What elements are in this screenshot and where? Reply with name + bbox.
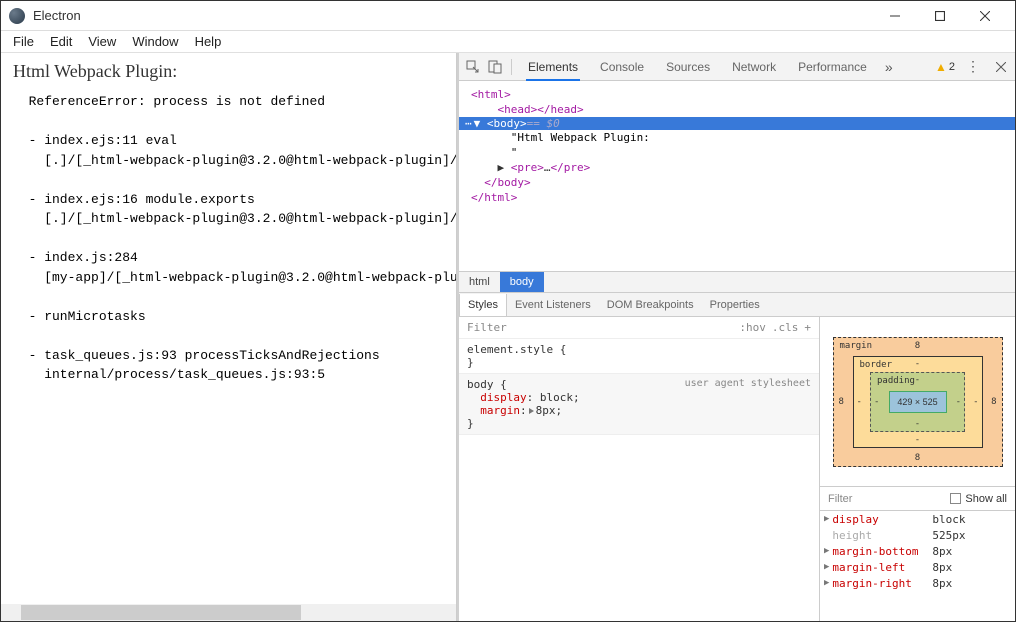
hov-toggle[interactable]: :hov <box>739 321 766 334</box>
minimize-button[interactable] <box>872 1 917 31</box>
computed-row[interactable]: ▶height525px <box>820 527 1015 543</box>
tab-styles[interactable]: Styles <box>459 294 507 316</box>
crumb-html[interactable]: html <box>459 272 500 292</box>
menu-view[interactable]: View <box>80 32 124 51</box>
styles-tabbar: Styles Event Listeners DOM Breakpoints P… <box>459 293 1015 317</box>
page-content: Html Webpack Plugin: ReferenceError: pro… <box>1 53 457 621</box>
dom-selected-body[interactable]: ⋯▼ <body> == $0 <box>459 117 1015 130</box>
show-all-checkbox[interactable]: Show all <box>950 493 1007 505</box>
more-tabs-icon[interactable]: » <box>879 57 899 77</box>
tab-performance[interactable]: Performance <box>788 54 877 80</box>
tab-event-listeners[interactable]: Event Listeners <box>507 294 599 316</box>
computed-row[interactable]: ▶displayblock <box>820 511 1015 527</box>
window-title: Electron <box>33 8 81 23</box>
horizontal-scrollbar[interactable] <box>1 604 456 621</box>
page-title: Html Webpack Plugin: <box>13 61 444 82</box>
warning-count: 2 <box>949 61 955 73</box>
inspect-icon[interactable] <box>463 57 483 77</box>
crumb-body[interactable]: body <box>500 272 544 292</box>
menu-edit[interactable]: Edit <box>42 32 80 51</box>
new-rule-button[interactable]: + <box>804 321 811 334</box>
rule-body[interactable]: body {user agent stylesheet display: blo… <box>459 374 819 435</box>
menu-file[interactable]: File <box>5 32 42 51</box>
rule-element-style[interactable]: element.style { } <box>459 339 819 374</box>
breadcrumb: html body <box>459 271 1015 293</box>
maximize-button[interactable] <box>917 1 962 31</box>
box-model[interactable]: margin 8 8 8 8 border - - - - <box>820 317 1015 487</box>
devtools: Elements Console Sources Network Perform… <box>457 53 1015 621</box>
cls-toggle[interactable]: .cls <box>772 321 799 334</box>
styles-filter-input[interactable]: Filter <box>467 321 507 334</box>
box-model-content: 429 × 525 <box>889 391 947 413</box>
devtools-close-icon[interactable] <box>991 57 1011 77</box>
titlebar: Electron <box>1 1 1015 31</box>
computed-filter-input[interactable]: Filter <box>828 493 852 505</box>
device-toggle-icon[interactable] <box>485 57 505 77</box>
close-button[interactable] <box>962 1 1007 31</box>
styles-pane: Filter :hov .cls + element.style { } bod… <box>459 317 820 621</box>
devtools-toolbar: Elements Console Sources Network Perform… <box>459 53 1015 81</box>
tab-elements[interactable]: Elements <box>518 54 588 80</box>
computed-row[interactable]: ▶margin-left8px <box>820 559 1015 575</box>
settings-icon[interactable]: ⋮ <box>963 57 983 77</box>
app-icon <box>9 8 25 24</box>
error-stack: ReferenceError: process is not defined -… <box>13 92 444 385</box>
menu-window[interactable]: Window <box>124 32 186 51</box>
tab-console[interactable]: Console <box>590 54 654 80</box>
menubar: File Edit View Window Help <box>1 31 1015 53</box>
computed-row[interactable]: ▶margin-right8px <box>820 575 1015 591</box>
tab-dom-breakpoints[interactable]: DOM Breakpoints <box>599 294 702 316</box>
computed-panel: Filter Show all ▶displayblock ▶height525… <box>820 487 1015 621</box>
menu-help[interactable]: Help <box>187 32 230 51</box>
tab-properties[interactable]: Properties <box>702 294 768 316</box>
dom-tree[interactable]: <html> <head></head> ⋯▼ <body> == $0 "Ht… <box>459 81 1015 271</box>
warning-icon: ▲ <box>935 60 947 74</box>
computed-row[interactable]: ▶margin-bottom8px <box>820 543 1015 559</box>
tab-sources[interactable]: Sources <box>656 54 720 80</box>
warning-badge[interactable]: ▲ 2 <box>935 60 955 74</box>
tab-network[interactable]: Network <box>722 54 786 80</box>
